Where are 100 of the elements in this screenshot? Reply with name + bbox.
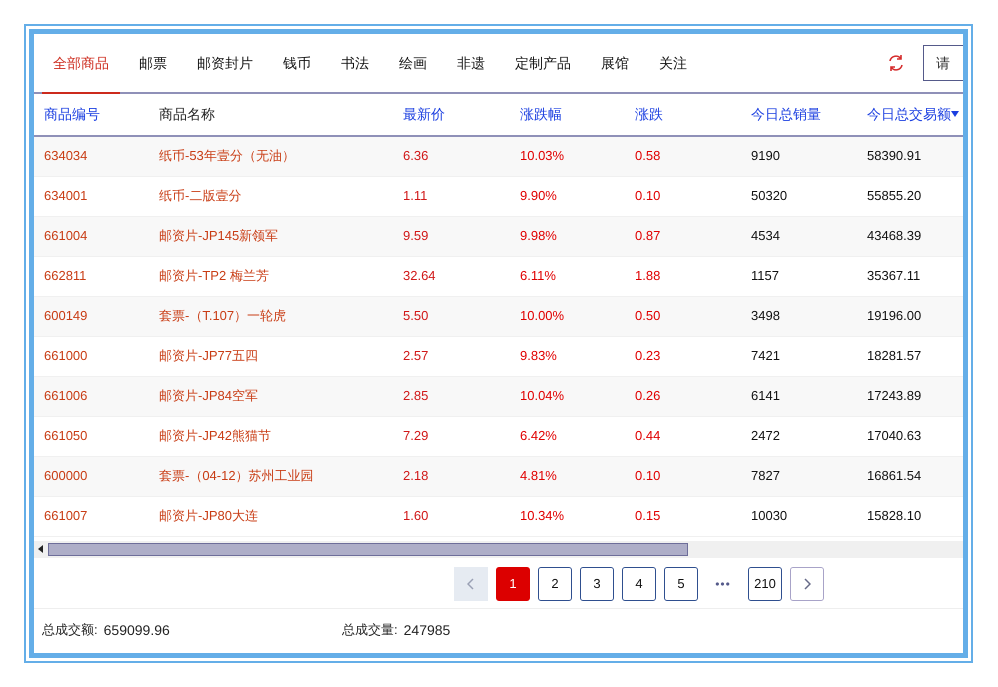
table-cell: 9.83%: [520, 348, 557, 363]
table-cell[interactable]: 套票-（04-12）苏州工业园: [159, 468, 314, 483]
refresh-icon[interactable]: [887, 54, 905, 72]
table-cell[interactable]: 661000: [44, 348, 88, 363]
table-cell: 0.44: [635, 428, 660, 443]
column-header[interactable]: 今日总销量: [751, 104, 821, 124]
table-cell: 7827: [751, 468, 780, 483]
table-cell: 7.29: [403, 428, 428, 443]
category-tab[interactable]: 展馆: [590, 34, 640, 94]
column-header[interactable]: 涨跌幅: [520, 104, 562, 124]
summary-label: 总成交额:: [42, 620, 98, 638]
page-button[interactable]: 210: [748, 566, 782, 600]
table-cell[interactable]: 600000: [44, 468, 88, 483]
summary-value: 659099.96: [104, 620, 170, 640]
table-cell[interactable]: 661006: [44, 388, 88, 403]
table-cell: 50320: [751, 188, 788, 203]
table-cell: 55855.20: [867, 188, 922, 203]
category-tab[interactable]: 书法: [330, 34, 380, 94]
table-cell: 0.50: [635, 308, 660, 323]
table-cell: 1.11: [403, 188, 428, 203]
table-cell: 18281.57: [867, 348, 922, 363]
table-cell: 1.88: [635, 268, 660, 283]
table-cell: 43468.39: [867, 228, 922, 243]
page-button[interactable]: 1: [496, 566, 530, 600]
table-cell: 4.81%: [520, 468, 557, 483]
table-cell[interactable]: 邮资片-JP42熊猫节: [159, 428, 271, 443]
table-cell: 0.23: [635, 348, 660, 363]
table-cell: 2.85: [403, 388, 428, 403]
table-cell[interactable]: 662811: [44, 268, 86, 283]
table-cell[interactable]: 邮资片-JP145新领军: [159, 228, 278, 243]
column-header[interactable]: 最新价: [403, 104, 445, 124]
table-cell[interactable]: 纸币-53年壹分（无油）: [159, 148, 295, 164]
table-cell[interactable]: 套票-（T.107）一轮虎: [159, 308, 286, 323]
table-cell: 2472: [751, 428, 780, 443]
table-cell[interactable]: 661004: [44, 228, 88, 243]
category-tab[interactable]: 定制产品: [504, 34, 582, 94]
category-tab[interactable]: 钱币: [272, 34, 322, 94]
table-cell[interactable]: 邮资片-TP2 梅兰芳: [159, 268, 269, 283]
category-tab[interactable]: 绘画: [388, 34, 438, 94]
table-cell: 0.15: [635, 508, 660, 523]
page-button[interactable]: 3: [580, 566, 614, 600]
table-cell: 2.57: [403, 348, 428, 363]
table-cell: 19196.00: [867, 308, 922, 323]
table-cell: 9190: [751, 148, 780, 164]
table-cell: 0.10: [635, 188, 660, 203]
category-tab[interactable]: 非遗: [446, 34, 496, 94]
table-cell: 15828.10: [867, 508, 922, 523]
table-cell[interactable]: 邮资片-JP77五四: [159, 348, 258, 363]
scrollbar-thumb[interactable]: [48, 542, 688, 556]
table-cell[interactable]: 纸币-二版壹分: [159, 188, 242, 203]
horizontal-scrollbar[interactable]: [34, 540, 963, 558]
table-cell: 16861.54: [867, 468, 922, 483]
table-cell: 4534: [751, 228, 780, 243]
page-button[interactable]: 2: [538, 566, 572, 600]
table-cell: 7421: [751, 348, 780, 363]
sort-caret-icon[interactable]: [951, 111, 959, 117]
search-field[interactable]: 请: [923, 45, 963, 81]
table-cell: 6141: [751, 388, 780, 403]
table-cell: 17243.89: [867, 388, 922, 403]
table-cell[interactable]: 661007: [44, 508, 88, 523]
table-cell: 10.03%: [520, 148, 564, 164]
table-cell: 17040.63: [867, 428, 922, 443]
summary-value: 247985: [404, 620, 450, 640]
table-cell: 35367.11: [867, 268, 920, 283]
column-header[interactable]: 商品编号: [44, 104, 100, 124]
table-cell: 2.18: [403, 468, 428, 483]
table-cell: 6.11%: [520, 268, 556, 283]
category-tab[interactable]: 关注: [648, 34, 698, 94]
pagination-ellipsis: •••: [714, 576, 732, 592]
table-cell[interactable]: 邮资片-JP84空军: [159, 388, 258, 403]
table-cell: 9.59: [403, 228, 428, 243]
column-header[interactable]: 涨跌: [635, 104, 663, 124]
table-cell: 9.98%: [520, 228, 557, 243]
category-tab[interactable]: 邮票: [128, 34, 178, 94]
table-cell: 58390.91: [867, 148, 922, 164]
table-cell: 32.64: [403, 268, 436, 283]
table-cell: 1157: [751, 268, 779, 283]
table-cell[interactable]: 邮资片-JP80大连: [159, 508, 258, 523]
table-cell: 3498: [751, 308, 780, 323]
table-cell: 0.10: [635, 468, 660, 483]
table-cell: 6.36: [403, 148, 428, 164]
chevron-left-icon: [467, 578, 475, 590]
table-cell[interactable]: 634034: [44, 148, 88, 164]
table-cell[interactable]: 634001: [44, 188, 88, 203]
page-button[interactable]: 4: [622, 566, 656, 600]
table-cell[interactable]: 600149: [44, 308, 88, 323]
column-header[interactable]: 今日总交易额: [867, 104, 959, 124]
table-cell: 1.60: [403, 508, 428, 523]
page-button[interactable]: 5: [664, 566, 698, 600]
table-cell: 5.50: [403, 308, 428, 323]
category-tab[interactable]: 全部商品: [42, 34, 120, 94]
table-cell: 10.34%: [520, 508, 564, 523]
table-cell: 10.04%: [520, 388, 564, 403]
table-cell[interactable]: 661050: [44, 428, 88, 443]
table-cell: 10030: [751, 508, 788, 523]
table-cell: 6.42%: [520, 428, 557, 443]
table-cell: 0.58: [635, 148, 660, 164]
category-tab[interactable]: 邮资封片: [186, 34, 264, 94]
column-header: 商品名称: [159, 104, 215, 124]
chevron-right-icon: [803, 578, 811, 590]
